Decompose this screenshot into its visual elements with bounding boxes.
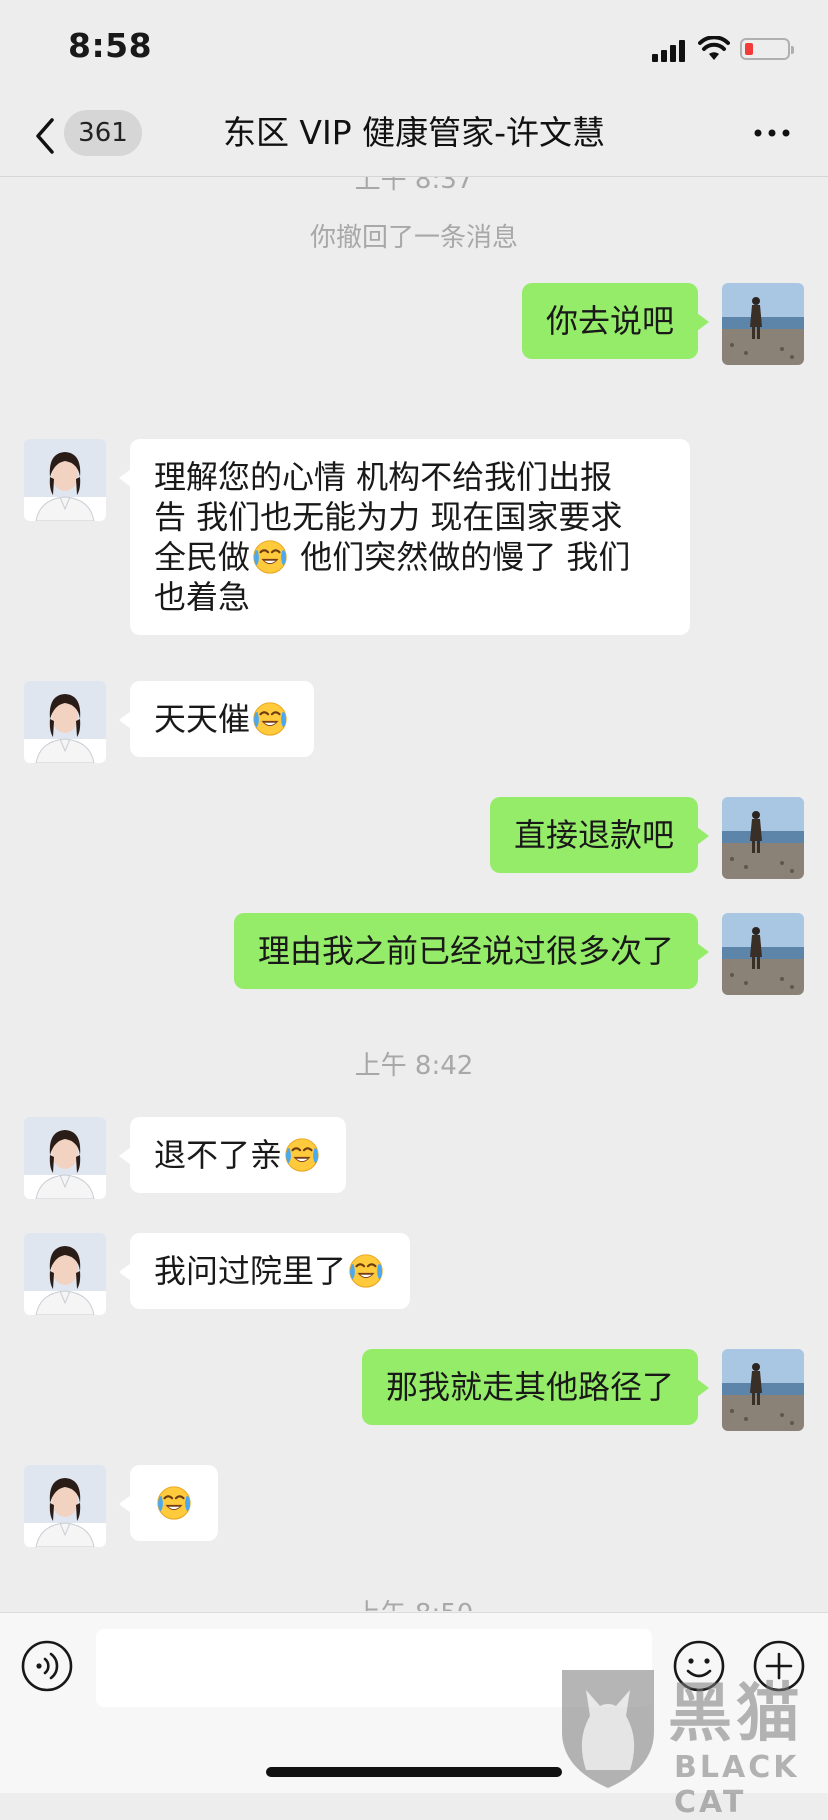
unread-count-badge[interactable]: 361 (64, 110, 142, 156)
chat-title: 东区 VIP 健康管家-许文慧 (222, 113, 606, 152)
crying-laughing-emoji-icon (251, 537, 289, 575)
message-line: 也着急 (154, 578, 251, 616)
message-text: 我问过院里了 (154, 1252, 347, 1290)
voice-input-icon[interactable] (20, 1639, 74, 1693)
message-text: 天天催 (154, 700, 251, 738)
message-text: 那我就走其他路径了 (385, 1368, 674, 1406)
crying-laughing-emoji-icon (283, 1135, 321, 1173)
chat-message-list[interactable]: 上午 8:37 你撤回了一条消息 你去说吧 理解您的心情 机构不给我们出报 告 … (0, 177, 828, 1611)
message-line: 全民做 他们突然做的慢了 我们 (154, 537, 666, 577)
watermark-logo-text: 黑猫 (668, 1677, 804, 1751)
crying-laughing-emoji-icon (347, 1251, 385, 1289)
status-bar: 8:58 (0, 0, 828, 100)
sent-message-bubble[interactable]: 那我就走其他路径了 (361, 1349, 710, 1425)
message-text: 退不了亲 (154, 1136, 283, 1174)
my-avatar[interactable] (722, 913, 804, 995)
message-text: 理由我之前已经说过很多次了 (257, 932, 674, 970)
sent-message-bubble[interactable]: 你去说吧 (521, 283, 710, 359)
contact-avatar[interactable] (24, 439, 106, 521)
more-options-icon[interactable] (752, 122, 792, 144)
received-message-bubble[interactable]: 退不了亲 (118, 1117, 347, 1193)
chat-header: 361 东区 VIP 健康管家-许文慧 (0, 100, 828, 177)
status-time: 8:58 (68, 26, 153, 65)
blackcat-watermark: 黑猫 BLACK CAT (556, 1660, 828, 1820)
back-chevron-icon[interactable] (30, 114, 58, 158)
wifi-icon (698, 36, 730, 60)
timestamp: 上午 8:50 (0, 1593, 828, 1611)
crying-laughing-emoji-icon (251, 699, 289, 737)
message-text: 你去说吧 (545, 302, 674, 340)
timestamp: 上午 8:42 (354, 1051, 474, 1081)
battery-level (745, 43, 753, 55)
contact-avatar[interactable] (24, 1233, 106, 1315)
crying-laughing-emoji-icon (155, 1483, 193, 1521)
contact-avatar[interactable] (24, 1465, 106, 1547)
watermark-brand-text: BLACK CAT (674, 1750, 800, 1820)
message-text: 他们突然做的慢了 我们 (290, 538, 631, 576)
contact-avatar[interactable] (24, 681, 106, 763)
message-line: 告 我们也无能为力 现在国家要求 (154, 498, 623, 536)
contact-avatar[interactable] (24, 1117, 106, 1199)
message-text: 直接退款吧 (513, 816, 674, 854)
message-line: 理解您的心情 机构不给我们出报 (154, 458, 613, 496)
received-message-bubble[interactable]: 天天催 (118, 681, 315, 757)
cellular-signal-icon (652, 40, 685, 62)
timestamp: 上午 8:37 (354, 177, 474, 195)
home-indicator[interactable] (266, 1767, 562, 1777)
my-avatar[interactable] (722, 797, 804, 879)
battery-icon (740, 38, 794, 60)
message-text: 全民做 (154, 538, 251, 576)
received-message-bubble[interactable]: 理解您的心情 机构不给我们出报 告 我们也无能为力 现在国家要求 全民做 他们突… (119, 439, 690, 635)
received-message-bubble[interactable] (119, 1465, 218, 1541)
cat-shield-logo-icon (562, 1670, 654, 1788)
recalled-message-notice: 你撤回了一条消息 (309, 223, 518, 253)
sent-message-bubble[interactable]: 理由我之前已经说过很多次了 (233, 913, 710, 989)
received-message-bubble[interactable]: 我问过院里了 (118, 1233, 411, 1309)
my-avatar[interactable] (722, 283, 804, 365)
sent-message-bubble[interactable]: 直接退款吧 (489, 797, 710, 873)
my-avatar[interactable] (722, 1349, 804, 1431)
